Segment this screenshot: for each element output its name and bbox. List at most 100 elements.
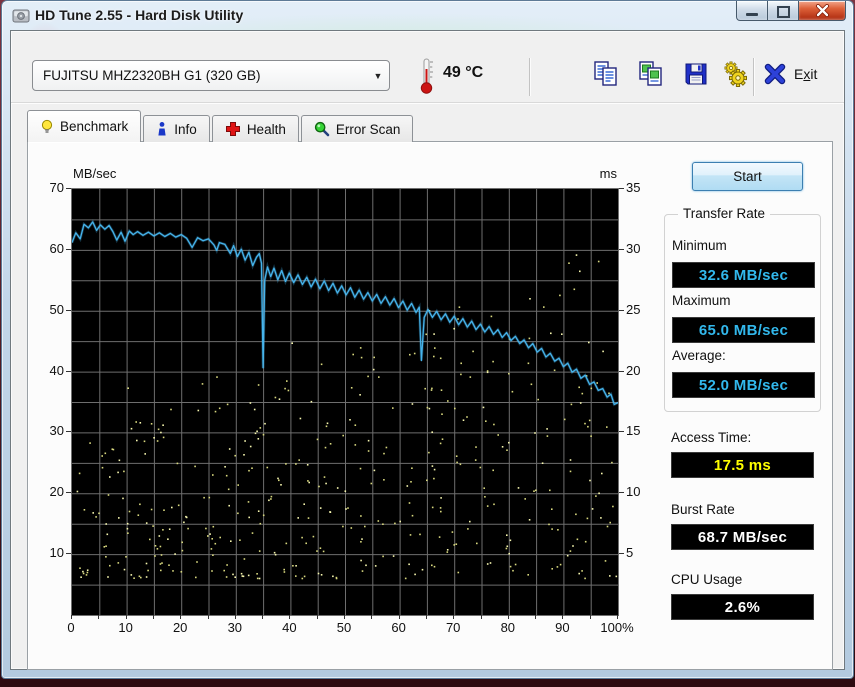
right-axis-tick-label: 35 xyxy=(626,180,656,196)
axis-tick xyxy=(508,615,509,619)
axis-tick xyxy=(66,188,71,189)
tab-strip: Benchmark Info Health xyxy=(27,111,415,142)
copy-image-button[interactable] xyxy=(632,57,670,91)
tab-health[interactable]: Health xyxy=(212,115,299,142)
maximize-button[interactable] xyxy=(768,1,799,21)
axis-tick xyxy=(208,615,209,619)
info-icon xyxy=(156,121,168,137)
x-axis-tick-label: 30 xyxy=(215,620,255,636)
benchmark-page: MB/sec ms 706050403020103530252015105010… xyxy=(27,141,833,670)
left-axis-tick-label: 60 xyxy=(30,241,64,257)
access-time-label: Access Time: xyxy=(671,430,751,445)
window-controls xyxy=(736,1,846,21)
left-axis-tick-label: 40 xyxy=(30,363,64,379)
axis-tick xyxy=(126,615,127,619)
gear-icon xyxy=(720,59,750,89)
minimum-value: 32.6 MB/sec xyxy=(672,262,815,288)
hd-tune-app-icon xyxy=(11,6,31,26)
save-button[interactable] xyxy=(677,57,715,91)
left-axis-tick-label: 20 xyxy=(30,484,64,500)
app-window: HD Tune 2.55 - Hard Disk Utility FUJITSU… xyxy=(1,0,854,679)
exit-button[interactable]: Exit xyxy=(763,59,817,89)
x-axis-tick-label: 50 xyxy=(324,620,364,636)
close-icon xyxy=(815,4,830,17)
minimum-label: Minimum xyxy=(672,238,727,253)
axis-tick xyxy=(66,310,71,311)
axis-tick xyxy=(590,615,591,619)
axis-tick xyxy=(371,615,372,619)
right-axis-tick-label: 20 xyxy=(626,363,656,379)
maximize-icon xyxy=(777,6,790,18)
average-value: 52.0 MB/sec xyxy=(672,372,815,398)
x-axis-tick-label: 10 xyxy=(106,620,146,636)
benchmark-chart xyxy=(72,189,618,615)
axis-tick xyxy=(66,431,71,432)
x-axis-tick-label: 80 xyxy=(488,620,528,636)
axis-tick xyxy=(619,249,624,250)
x-axis-tick-label: 60 xyxy=(379,620,419,636)
right-axis-tick-label: 10 xyxy=(626,484,656,500)
axis-tick xyxy=(426,615,427,619)
axis-tick xyxy=(619,188,624,189)
axis-tick xyxy=(619,371,624,372)
axis-tick xyxy=(98,615,99,619)
copy-text-button[interactable] xyxy=(587,57,625,91)
thermometer-icon xyxy=(418,57,436,95)
axis-tick xyxy=(66,371,71,372)
axis-tick xyxy=(399,615,400,619)
axis-tick xyxy=(66,492,71,493)
axis-tick xyxy=(535,615,536,619)
save-icon xyxy=(681,59,711,89)
tab-error-scan[interactable]: Error Scan xyxy=(301,115,414,142)
benchmark-plot xyxy=(71,188,619,616)
chevron-down-icon: ▼ xyxy=(367,71,389,81)
tab-label: Health xyxy=(247,122,286,137)
tab-info[interactable]: Info xyxy=(143,115,210,142)
maximum-label: Maximum xyxy=(672,293,731,308)
x-axis-tick-label: 90 xyxy=(542,620,582,636)
axis-tick xyxy=(344,615,345,619)
axis-tick xyxy=(481,615,482,619)
tab-benchmark[interactable]: Benchmark xyxy=(27,110,141,142)
toolbar-separator xyxy=(753,58,754,96)
axis-tick xyxy=(66,249,71,250)
left-axis-tick-label: 50 xyxy=(30,302,64,318)
copy-icon xyxy=(591,59,621,89)
axis-tick xyxy=(453,615,454,619)
left-axis-tick-label: 10 xyxy=(30,545,64,561)
axis-tick xyxy=(71,615,72,619)
lightbulb-icon xyxy=(40,119,54,135)
copy-image-icon xyxy=(636,59,666,89)
drive-select-dropdown[interactable]: FUJITSU MHZ2320BH G1 (320 GB) ▼ xyxy=(32,60,390,91)
minimize-button[interactable] xyxy=(736,1,768,21)
axis-tick xyxy=(153,615,154,619)
x-axis-tick-label: 20 xyxy=(160,620,200,636)
axis-tick xyxy=(180,615,181,619)
temperature-value: 49 °C xyxy=(443,64,483,82)
axis-tick xyxy=(262,615,263,619)
title-bar: HD Tune 2.55 - Hard Disk Utility xyxy=(2,1,853,30)
window-title: HD Tune 2.55 - Hard Disk Utility xyxy=(35,7,243,23)
left-axis-tick-label: 70 xyxy=(30,180,64,196)
tab-label: Error Scan xyxy=(336,122,401,137)
axis-tick xyxy=(235,615,236,619)
options-button[interactable] xyxy=(716,57,754,91)
start-button[interactable]: Start xyxy=(692,162,803,191)
tab-label: Benchmark xyxy=(60,119,128,134)
close-button[interactable] xyxy=(799,1,846,21)
burst-rate-value: 68.7 MB/sec xyxy=(671,524,814,550)
axis-tick xyxy=(289,615,290,619)
left-axis-unit-label: MB/sec xyxy=(73,166,116,181)
right-axis-tick-label: 30 xyxy=(626,241,656,257)
right-axis-tick-label: 25 xyxy=(626,302,656,318)
cpu-usage-value: 2.6% xyxy=(671,594,814,620)
transfer-rate-groupbox: Transfer Rate Minimum 32.6 MB/sec Maximu… xyxy=(664,214,821,412)
exit-label: Exit xyxy=(794,66,817,82)
axis-tick xyxy=(317,615,318,619)
axis-tick xyxy=(617,615,618,619)
transfer-rate-title: Transfer Rate xyxy=(678,206,770,221)
x-axis-tick-label: 0 xyxy=(51,620,91,636)
left-axis-tick-label: 30 xyxy=(30,423,64,439)
toolbar-separator xyxy=(529,58,530,96)
magnifier-icon xyxy=(314,121,330,137)
